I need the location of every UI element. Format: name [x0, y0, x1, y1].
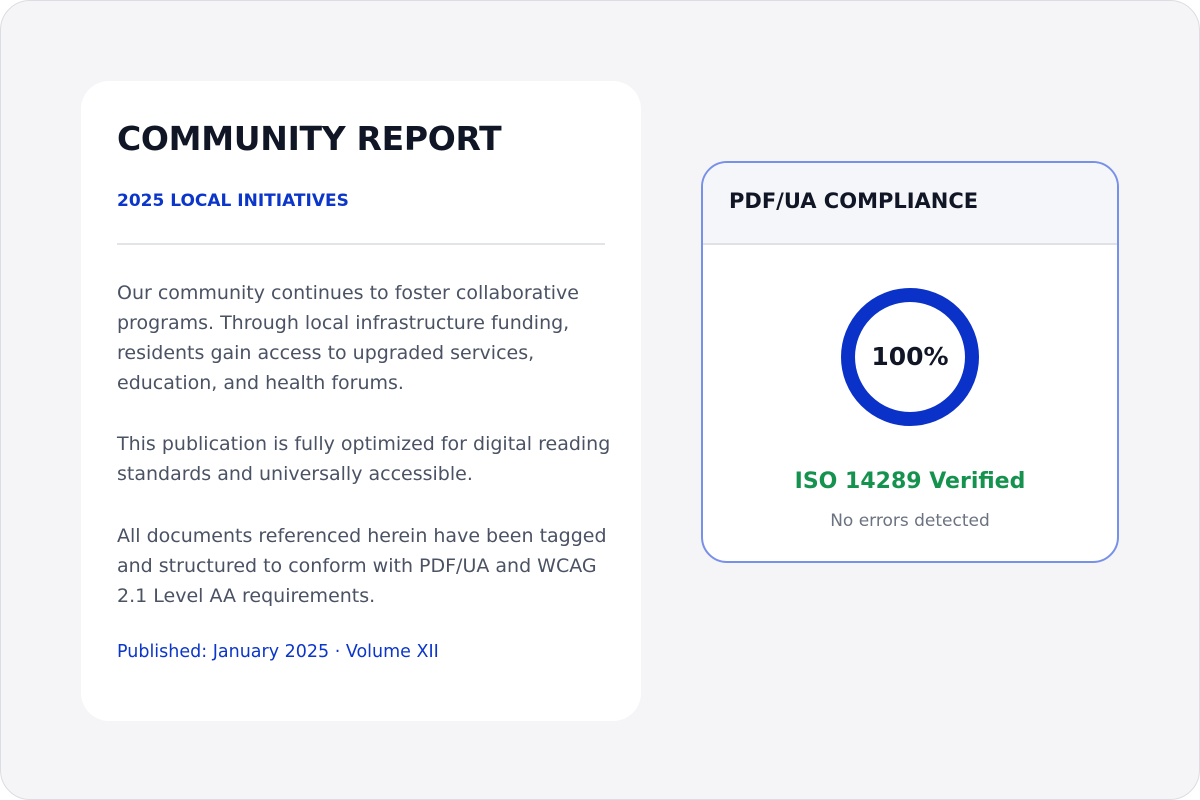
compliance-score: 100% [871, 342, 949, 371]
error-status: No errors detected [830, 511, 990, 531]
report-subtitle: 2025 LOCAL INITIATIVES [117, 191, 349, 211]
compliance-header: PDF/UA COMPLIANCE [703, 163, 1117, 245]
compliance-card: PDF/UA COMPLIANCE 100% ISO 14289 Verifie… [701, 161, 1119, 563]
compliance-title: PDF/UA COMPLIANCE [729, 189, 979, 213]
report-card: COMMUNITY REPORT 2025 LOCAL INITIATIVES … [81, 81, 641, 721]
report-paragraph: All documents referenced herein have bee… [117, 525, 607, 607]
report-paragraph: Our community continues to foster collab… [117, 282, 579, 394]
section-divider [117, 243, 605, 245]
verification-status: ISO 14289 Verified [794, 469, 1026, 494]
page-frame: COMMUNITY REPORT 2025 LOCAL INITIATIVES … [0, 0, 1200, 800]
report-paragraph: This publication is fully optimized for … [117, 433, 611, 485]
publication-footer: Published: January 2025 · Volume XII [117, 642, 439, 662]
report-title: COMMUNITY REPORT [117, 119, 502, 158]
